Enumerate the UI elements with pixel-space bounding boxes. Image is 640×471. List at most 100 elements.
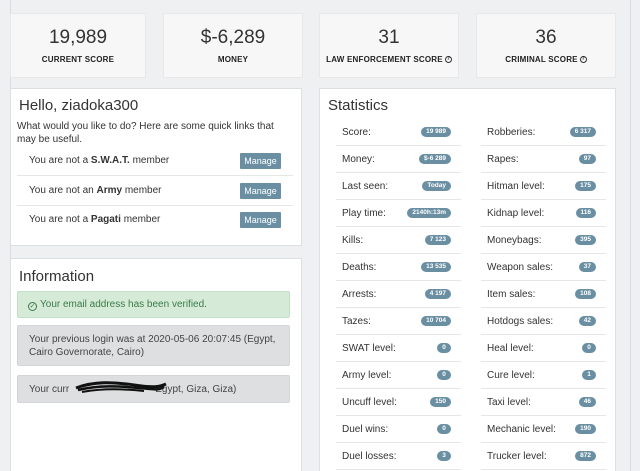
stat-value-badge: 7 123 bbox=[424, 235, 451, 245]
stat-row-kidnap-level: Kidnap level: 116 bbox=[481, 200, 606, 227]
manage-pagati-button[interactable]: Manage bbox=[240, 212, 281, 228]
stat-value-badge: 1 bbox=[582, 370, 596, 380]
stat-value-badge: 0 bbox=[437, 370, 451, 380]
membership-text: You are not an Army member bbox=[29, 185, 162, 196]
stat-name: Moneybags: bbox=[487, 235, 542, 246]
stat-row-item-sales: Item sales: 108 bbox=[481, 281, 606, 308]
criminal-score-value: 36 bbox=[535, 27, 557, 48]
stat-value-badge: 13 535 bbox=[421, 262, 451, 272]
check-circle-icon: ✓ bbox=[28, 302, 37, 311]
stat-name: Uncuff level: bbox=[342, 397, 397, 408]
stat-value-badge: 6 317 bbox=[569, 127, 596, 137]
stat-row-cure-level: Cure level: 1 bbox=[481, 362, 606, 389]
stat-row-trucker-level: Trucker level: 872 bbox=[481, 443, 606, 470]
stat-value-badge: 872 bbox=[575, 451, 596, 461]
stat-name: Tazes: bbox=[342, 316, 371, 327]
stat-row-tazes: Tazes: 10 704 bbox=[336, 308, 461, 335]
stat-value-badge: 395 bbox=[575, 235, 596, 245]
stat-name: Last seen: bbox=[342, 181, 389, 192]
stat-row-rapes: Rapes: 97 bbox=[481, 146, 606, 173]
stat-row-moneybags: Moneybags: 395 bbox=[481, 227, 606, 254]
current-score-label: CURRENT SCORE bbox=[41, 55, 115, 64]
law-enforcement-card: 31 LAW ENFORCEMENT SCORE? bbox=[319, 13, 459, 78]
stat-name: Trucker level: bbox=[487, 451, 547, 462]
stat-name: Cure level: bbox=[487, 370, 535, 381]
email-verified-alert: ✓ Your email address has been verified. bbox=[17, 291, 290, 318]
stat-row-last-seen: Last seen: Today bbox=[336, 173, 461, 200]
previous-login-alert: Your previous login was at 2020-05-06 20… bbox=[17, 325, 290, 366]
stat-row-robberies: Robberies: 6 317 bbox=[481, 119, 606, 146]
redaction-scribble bbox=[75, 381, 167, 393]
stat-name: Play time: bbox=[342, 208, 386, 219]
stat-row-play-time: Play time: 2140h:13m bbox=[336, 200, 461, 227]
stat-value-badge: 108 bbox=[575, 289, 596, 299]
stat-value-badge: Today bbox=[422, 181, 451, 191]
stat-value-badge: 190 bbox=[575, 424, 596, 434]
stat-value-badge: 19 989 bbox=[421, 127, 451, 137]
statistics-title: Statistics bbox=[328, 97, 389, 114]
stat-name: Duel losses: bbox=[342, 451, 397, 462]
stat-value-badge: 42 bbox=[578, 316, 596, 326]
stat-name: SWAT level: bbox=[342, 343, 396, 354]
stat-value-badge: 0 bbox=[437, 343, 451, 353]
stat-value-badge: 3 bbox=[437, 451, 451, 461]
membership-text: You are not a S.W.A.T. member bbox=[29, 155, 170, 166]
law-enforcement-label: LAW ENFORCEMENT SCORE? bbox=[326, 55, 452, 64]
stat-row-weapon-sales: Weapon sales: 37 bbox=[481, 254, 606, 281]
manage-army-button[interactable]: Manage bbox=[240, 183, 281, 199]
stat-value-badge: 4 197 bbox=[424, 289, 451, 299]
email-verified-text: Your email address has been verified. bbox=[40, 299, 207, 310]
stat-value-badge: 150 bbox=[430, 397, 451, 407]
current-score-value: 19,989 bbox=[48, 27, 108, 48]
current-login-alert: Your curr Egypt, Giza, Giza) bbox=[17, 375, 290, 403]
stat-row-uncuff-level: Uncuff level: 150 bbox=[336, 389, 461, 416]
hello-intro: What would you like to do? Here are some… bbox=[17, 121, 274, 145]
statistics-panel: Statistics Score: 19 989 Money: $-6 289 Last… bbox=[319, 88, 616, 471]
information-title: Information bbox=[19, 268, 95, 285]
question-icon[interactable]: ? bbox=[579, 56, 587, 64]
criminal-score-label-text: CRIMINAL SCORE bbox=[505, 55, 578, 64]
stat-name: Duel wins: bbox=[342, 424, 389, 435]
stat-value-badge: 175 bbox=[575, 181, 596, 191]
criminal-score-card: 36 CRIMINAL SCORE? bbox=[476, 13, 616, 78]
stat-value-badge: $-6 289 bbox=[418, 154, 451, 164]
stat-value-badge: 97 bbox=[578, 154, 596, 164]
law-enforcement-value: 31 bbox=[378, 27, 400, 48]
stat-name: Robberies: bbox=[487, 127, 536, 138]
question-icon[interactable]: ? bbox=[444, 56, 452, 64]
criminal-score-label: CRIMINAL SCORE? bbox=[505, 55, 587, 64]
current-login-prefix: Your curr bbox=[29, 384, 70, 395]
stat-name: Money: bbox=[342, 154, 375, 165]
stat-name: Army level: bbox=[342, 370, 392, 381]
stat-row-hotdogs-sales: Hotdogs sales: 42 bbox=[481, 308, 606, 335]
money-card: $-6,289 MONEY bbox=[163, 13, 303, 78]
stat-row-mechanic-level: Mechanic level: 190 bbox=[481, 416, 606, 443]
stat-row-hitman-level: Hitman level: 175 bbox=[481, 173, 606, 200]
money-value: $-6,289 bbox=[200, 27, 266, 48]
stat-row-taxi-level: Taxi level: 46 bbox=[481, 389, 606, 416]
manage-swat-button[interactable]: Manage bbox=[240, 153, 281, 169]
stat-value-badge: 0 bbox=[582, 343, 596, 353]
stat-name: Arrests: bbox=[342, 289, 377, 300]
stat-row-duel-losses: Duel losses: 3 bbox=[336, 443, 461, 470]
stat-row-money: Money: $-6 289 bbox=[336, 146, 461, 173]
stat-name: Kills: bbox=[342, 235, 364, 246]
current-score-card: 19,989 CURRENT SCORE bbox=[10, 13, 146, 78]
stat-name: Taxi level: bbox=[487, 397, 531, 408]
information-panel: Information ✓ Your email address has been… bbox=[10, 258, 302, 471]
stat-name: Rapes: bbox=[487, 154, 519, 165]
stat-row-kills: Kills: 7 123 bbox=[336, 227, 461, 254]
stat-name: Deaths: bbox=[342, 262, 377, 273]
membership-row-pagati: You are not a Pagati member Manage bbox=[17, 206, 293, 235]
stat-name: Heal level: bbox=[487, 343, 534, 354]
stat-name: Mechanic level: bbox=[487, 424, 556, 435]
stat-name: Score: bbox=[342, 127, 371, 138]
stat-row-deaths: Deaths: 13 535 bbox=[336, 254, 461, 281]
stat-name: Hotdogs sales: bbox=[487, 316, 554, 327]
stat-value-badge: 0 bbox=[437, 424, 451, 434]
membership-row-army: You are not an Army member Manage bbox=[17, 177, 293, 206]
hello-panel: Hello, ziadoka300 What would you like to… bbox=[10, 88, 302, 246]
stat-name: Item sales: bbox=[487, 289, 536, 300]
membership-text: You are not a Pagati member bbox=[29, 214, 161, 225]
stat-value-badge: 46 bbox=[578, 397, 596, 407]
